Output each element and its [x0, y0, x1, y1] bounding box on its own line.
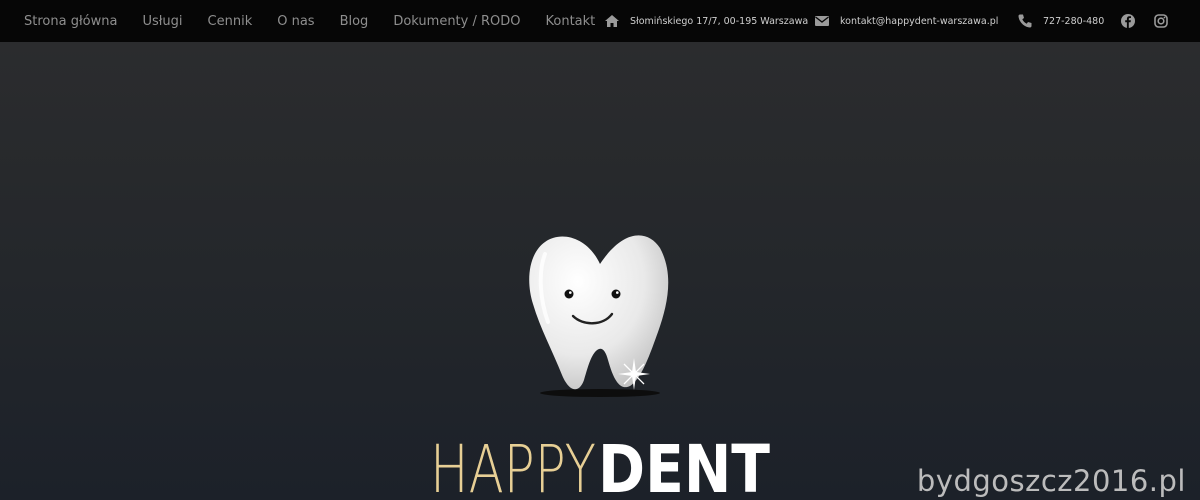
logo-word-dent: DENT [598, 431, 770, 500]
tooth-shadow [540, 389, 660, 397]
tooth-left-eye [564, 289, 574, 299]
hero-section: HAPPY DENT [0, 42, 1200, 500]
address-text: Słomińskiego 17/7, 00-195 Warszawa [630, 15, 809, 27]
tooth-icon [529, 235, 669, 390]
nav-item-contact[interactable]: Kontakt [546, 14, 596, 29]
nav-item-about[interactable]: O nas [277, 14, 314, 29]
main-nav: Strona główna Usługi Cennik O nas Blog D… [0, 0, 620, 42]
contact-address: Słomińskiego 17/7, 00-195 Warszawa [604, 0, 808, 42]
email-text[interactable]: kontakt@happydent-warszawa.pl [840, 16, 998, 27]
happydent-logo[interactable]: HAPPY DENT [0, 42, 1200, 500]
facebook-icon[interactable] [1120, 13, 1136, 29]
nav-item-pricing[interactable]: Cennik [208, 14, 253, 29]
nav-item-blog[interactable]: Blog [340, 14, 369, 29]
nav-item-documents[interactable]: Dokumenty / RODO [393, 14, 520, 29]
logo-word-happy: HAPPY [430, 431, 596, 500]
tooth-right-eye [611, 289, 621, 299]
phone-text[interactable]: 727-280-480 [1043, 16, 1104, 27]
nav-item-services[interactable]: Usługi [142, 14, 182, 29]
contact-email[interactable]: kontakt@happydent-warszawa.pl [814, 0, 998, 42]
contact-phone[interactable]: 727-280-480 [1017, 0, 1104, 42]
phone-icon [1017, 13, 1033, 29]
nav-item-home[interactable]: Strona główna [24, 14, 117, 29]
top-navigation-bar: Strona główna Usługi Cennik O nas Blog D… [0, 0, 1200, 42]
envelope-icon [814, 13, 830, 29]
instagram-icon[interactable] [1153, 13, 1169, 29]
home-icon [604, 13, 620, 29]
watermark: bydgoszcz2016.pl [916, 464, 1186, 498]
